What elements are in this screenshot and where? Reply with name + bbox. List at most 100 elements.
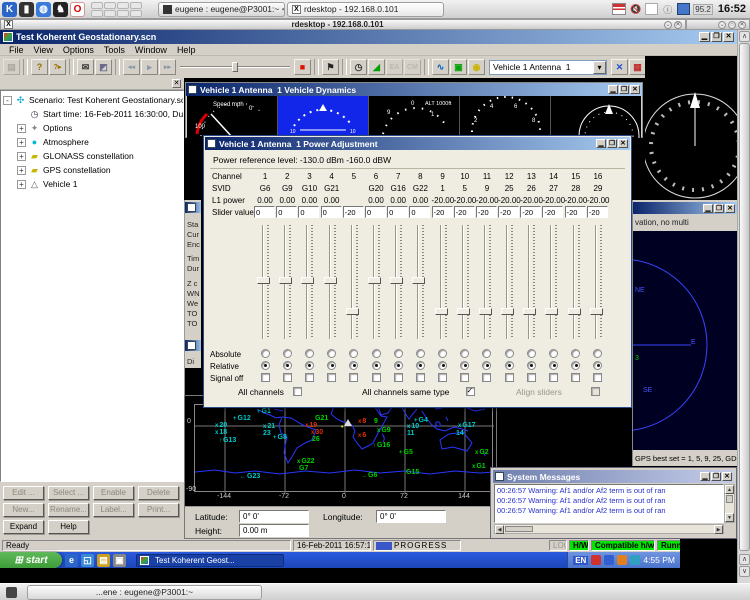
language-indicator[interactable]: EN [573, 556, 588, 565]
power-slider-ch1[interactable] [254, 223, 276, 341]
fast-forward-icon[interactable]: ▸▸ [159, 59, 176, 75]
slider-value-input-ch6[interactable] [365, 206, 386, 218]
scroll-up-icon[interactable]: ∧ [739, 554, 750, 565]
start-button[interactable]: ⊞start [0, 552, 62, 568]
slider-thumb[interactable] [501, 308, 514, 315]
slider-value-input-ch3[interactable] [298, 206, 319, 218]
absolute-radio-ch6[interactable] [372, 349, 381, 358]
power-icon[interactable]: ▦ [629, 59, 646, 75]
signal-off-checkbox-ch4[interactable] [327, 373, 336, 382]
slider-thumb[interactable] [435, 308, 448, 315]
menu-view[interactable]: View [29, 45, 58, 55]
tree-expander[interactable]: + [17, 138, 26, 147]
slider-value-input-ch14[interactable] [542, 206, 563, 218]
close-button[interactable]: ✕ [725, 204, 735, 213]
slider-value-input-ch10[interactable] [454, 206, 475, 218]
slider-thumb[interactable] [568, 308, 581, 315]
slider-value-input-ch5[interactable] [343, 206, 364, 218]
scroll-down-icon[interactable]: ∨ [739, 566, 750, 577]
tree-item-options[interactable]: +✦Options [3, 121, 183, 135]
scroll-left-icon[interactable]: ◀ [495, 525, 504, 534]
playback-speed-slider[interactable] [180, 60, 290, 74]
minimize-button[interactable]: ▁ [700, 472, 710, 481]
tree-item-atmosphere[interactable]: +●Atmosphere [3, 135, 183, 149]
latitude-field[interactable] [239, 510, 309, 523]
slider-value-input-ch8[interactable] [409, 206, 430, 218]
power-slider-ch4[interactable] [321, 223, 343, 341]
relative-radio-ch6[interactable] [372, 361, 381, 370]
slider-value-input-ch1[interactable] [254, 206, 275, 218]
taskbar-item-app[interactable]: Test Koherent Geost... [136, 554, 284, 567]
relative-radio-ch7[interactable] [394, 361, 403, 370]
panel-icon[interactable] [6, 587, 17, 598]
absolute-radio-ch15[interactable] [571, 349, 580, 358]
close-button[interactable]: ✕ [722, 472, 732, 481]
slider-thumb[interactable] [545, 308, 558, 315]
relative-radio-ch8[interactable] [416, 361, 425, 370]
power-slider-ch8[interactable] [409, 223, 431, 341]
power-slider-ch12[interactable] [498, 223, 520, 341]
browser-icon[interactable]: ◍ [36, 2, 51, 17]
pattern-icon[interactable]: ✕ [611, 59, 628, 75]
rdesktop-titlebar[interactable]: X rdesktop - 192.168.0.101 ⌄ ✕ [0, 19, 686, 30]
power-slider-ch6[interactable] [365, 223, 387, 341]
scenario-tree[interactable]: -✣Scenario: Test Koherent Geostationary.… [0, 90, 184, 482]
slider-value-input-ch4[interactable] [321, 206, 342, 218]
signal-off-checkbox-ch14[interactable] [549, 373, 558, 382]
help-button[interactable]: Help [48, 520, 89, 534]
slider-thumb[interactable] [346, 308, 359, 315]
slider-thumb[interactable] [324, 277, 337, 284]
slider-value-input-ch16[interactable] [587, 206, 608, 218]
app-titlebar[interactable]: Test Koherent Geostationary.scn ▁ ❐ ✕ [0, 30, 737, 44]
chevron-down-icon[interactable]: ▾ [593, 61, 606, 74]
quicklaunch-ie-icon[interactable]: e [65, 554, 78, 567]
remote-monitor-icon[interactable] [677, 3, 690, 15]
power-dialog-titlebar[interactable]: Vehicle 1 Antenna 1 Power Adjustment ▁ ❐… [205, 137, 630, 150]
relative-radio-ch12[interactable] [505, 361, 514, 370]
power-slider-ch7[interactable] [387, 223, 409, 341]
tree-item-glonass[interactable]: +▰GLONASS constellation [3, 149, 183, 163]
scroll-right-icon[interactable]: ▶ [714, 525, 723, 534]
signal-off-checkbox-ch9[interactable] [438, 373, 447, 382]
play-icon[interactable]: ▸ [141, 59, 158, 75]
signal-off-checkbox-ch7[interactable] [394, 373, 403, 382]
slider-thumb[interactable] [279, 277, 292, 284]
slider-thumb[interactable] [257, 277, 270, 284]
slider-value-input-ch12[interactable] [498, 206, 519, 218]
stop-icon[interactable]: ■ [294, 59, 311, 75]
clipboard-icon[interactable] [645, 3, 658, 15]
close-button[interactable]: ✕ [630, 85, 640, 94]
signal-off-checkbox-ch11[interactable] [482, 373, 491, 382]
relative-radio-ch9[interactable] [438, 361, 447, 370]
absolute-radio-ch4[interactable] [327, 349, 336, 358]
signal-off-checkbox-ch16[interactable] [593, 373, 602, 382]
relative-radio-ch13[interactable] [527, 361, 536, 370]
minimize-button[interactable]: ▁ [703, 204, 713, 213]
align-sliders-checkbox[interactable] [591, 387, 600, 396]
power-slider-ch3[interactable] [298, 223, 320, 341]
absolute-radio-ch11[interactable] [482, 349, 491, 358]
taskbar-item-terminal[interactable]: eugene : eugene@P3001:~ <5> [158, 2, 285, 17]
flag-icon[interactable]: ⚑ [322, 59, 339, 75]
target-icon[interactable]: ◉ [468, 59, 485, 75]
tray-icon-monitor[interactable] [630, 555, 640, 565]
relative-radio-ch4[interactable] [327, 361, 336, 370]
rdesktop-vertical-scrollbar[interactable]: ∧ ∧ ∨ [737, 30, 750, 590]
absolute-radio-ch5[interactable] [349, 349, 358, 358]
tray-icon-orange[interactable] [617, 555, 627, 565]
slider-thumb[interactable] [390, 277, 403, 284]
slider-thumb[interactable] [368, 277, 381, 284]
slider-value-input-ch7[interactable] [387, 206, 408, 218]
menu-options[interactable]: Options [58, 45, 99, 55]
tree-item-gps[interactable]: +▰GPS constellation [3, 163, 183, 177]
power-slider-ch14[interactable] [542, 223, 564, 341]
absolute-radio-ch10[interactable] [460, 349, 469, 358]
close-button[interactable]: ✕ [618, 139, 628, 148]
vertical-scrollbar[interactable]: ▲ ▼ [724, 484, 735, 523]
signal-off-checkbox-ch2[interactable] [283, 373, 292, 382]
relative-radio-ch3[interactable] [305, 361, 314, 370]
power-slider-ch10[interactable] [454, 223, 476, 341]
signal-off-checkbox-ch8[interactable] [416, 373, 425, 382]
relative-radio-ch10[interactable] [460, 361, 469, 370]
all-channels-same-type-checkbox[interactable] [466, 387, 475, 396]
